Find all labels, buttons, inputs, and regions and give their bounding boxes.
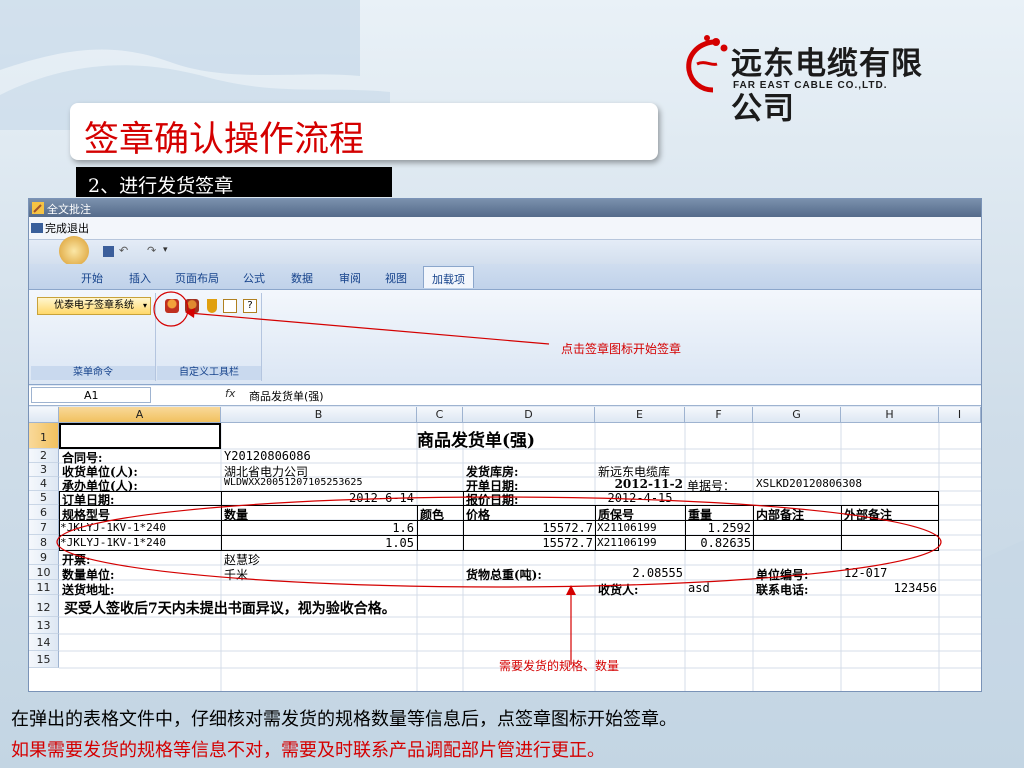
click-stamp-annotation: 点击签章图标开始签章 bbox=[561, 342, 682, 356]
cell-e4: 2012-11-2 bbox=[614, 477, 683, 491]
slide-subtitle: 2、进行发货签章 bbox=[88, 175, 234, 197]
ribbon-group-menu: 优泰电子签章系统 ▾ 菜单命令 bbox=[31, 293, 156, 381]
cell-b7: 1.6 bbox=[392, 521, 414, 535]
cell-b5: 2012-6-14 bbox=[348, 491, 414, 505]
tab-data[interactable]: 数据 bbox=[291, 270, 313, 286]
cell-d7: 15572.7 bbox=[542, 521, 593, 535]
slide-title-box: 签章确认操作流程 bbox=[70, 103, 658, 160]
finish-exit-button[interactable]: 完成退出 bbox=[31, 220, 89, 236]
cell-b4: WLDWXX20051207105253625 bbox=[224, 477, 363, 488]
ribbon-tabs: 开始 插入 页面布局 公式 数据 审阅 视图 加载项 bbox=[29, 264, 981, 290]
slide-title: 签章确认操作流程 bbox=[84, 120, 365, 160]
slide-subtitle-box: 2、进行发货签章 bbox=[76, 167, 392, 197]
cell-d1-title: 商品发货单(强) bbox=[417, 431, 536, 451]
qat-customize-dropdown[interactable]: ▾ bbox=[163, 245, 168, 255]
cell-f11: asd bbox=[688, 581, 710, 595]
ribbon-group-custom-toolbar: ? 自定义工具栏 bbox=[157, 293, 262, 381]
exit-icon bbox=[31, 223, 43, 233]
fx-icon[interactable]: fx bbox=[225, 387, 235, 400]
company-logo: 远东电缆有限公司 FAR EAST CABLE CO.,LTD. bbox=[683, 34, 953, 127]
footer-instruction: 在弹出的表格文件中，仔细核对需发货的规格数量等信息后，点签章图标开始签章。 bbox=[11, 709, 677, 730]
cell-c6: 颜色 bbox=[420, 508, 445, 522]
window-title: 全文批注 bbox=[47, 203, 91, 216]
stamp-multi-icon[interactable] bbox=[185, 299, 199, 313]
cell-h11: 123456 bbox=[893, 581, 937, 595]
logo-emblem-icon bbox=[686, 35, 728, 93]
undo-icon[interactable]: ↶ bbox=[119, 244, 128, 257]
footer-warning: 如果需要发货的规格等信息不对，需要及时联系产品调配部片管进行更正。 bbox=[11, 740, 605, 761]
cell-a12-notice: 买受人签收后7天内未提出书面异议，视为验收合格。 bbox=[64, 601, 396, 617]
annotate-pen-icon bbox=[32, 202, 44, 214]
cell-e5: 2012-4-15 bbox=[607, 491, 673, 505]
excel-window: 全文批注 完成退出 ↶ ↷ ▾ 开始 插入 页面布局 公式 数据 审阅 视图 加… bbox=[28, 198, 982, 692]
group-label-custom-toolbar: 自定义工具栏 bbox=[157, 366, 261, 380]
finish-exit-label: 完成退出 bbox=[45, 222, 89, 235]
cell-e7: X21106199 bbox=[597, 521, 657, 534]
tab-formulas[interactable]: 公式 bbox=[243, 270, 265, 286]
cell-d10: 货物总重(吨): bbox=[466, 568, 542, 582]
signature-system-dropdown[interactable]: 优泰电子签章系统 ▾ bbox=[37, 297, 151, 315]
cell-b10: 千米 bbox=[224, 568, 249, 582]
cell-f8: 0.82635 bbox=[700, 536, 751, 550]
tab-insert[interactable]: 插入 bbox=[129, 270, 151, 286]
cell-g4: XSLKD20120806308 bbox=[756, 477, 862, 490]
logo-text-en: FAR EAST CABLE CO.,LTD. bbox=[733, 80, 888, 91]
group-label-menu: 菜单命令 bbox=[31, 366, 155, 380]
spec-qty-annotation: 需要发货的规格、数量 bbox=[499, 659, 620, 673]
tab-review[interactable]: 审阅 bbox=[339, 270, 361, 286]
window-titlebar: 全文批注 bbox=[29, 199, 981, 217]
ribbon: 优泰电子签章系统 ▾ 菜单命令 ? 自定义工具栏 bbox=[29, 290, 981, 385]
cell-d8: 15572.7 bbox=[542, 536, 593, 550]
tab-view[interactable]: 视图 bbox=[385, 270, 407, 286]
cell-e10: 2.08555 bbox=[632, 566, 683, 580]
help-icon[interactable]: ? bbox=[243, 299, 257, 313]
save-icon[interactable] bbox=[103, 246, 114, 257]
shield-icon[interactable] bbox=[207, 299, 217, 313]
cell-e11: 收货人: bbox=[598, 583, 639, 597]
office-button[interactable] bbox=[59, 236, 89, 266]
cell-f4: 单据号： bbox=[687, 479, 736, 493]
cell-f7: 1.2592 bbox=[707, 521, 751, 535]
finish-toolbar: 完成退出 bbox=[29, 217, 981, 240]
cell-g6: 内部备注 bbox=[756, 508, 805, 522]
cell-b8: 1.05 bbox=[385, 536, 414, 550]
formula-content[interactable]: 商品发货单(强) bbox=[249, 388, 324, 404]
formula-bar: A1 fx 商品发货单(强) bbox=[29, 386, 981, 406]
cell-g11: 联系电话: bbox=[756, 583, 809, 597]
redo-icon[interactable]: ↷ bbox=[147, 244, 156, 257]
tab-page-layout[interactable]: 页面布局 bbox=[175, 270, 219, 286]
cell-a11: 送货地址: bbox=[62, 583, 115, 597]
tab-home[interactable]: 开始 bbox=[81, 270, 103, 286]
cell-h6: 外部备注 bbox=[844, 508, 893, 522]
dropdown-arrow-icon: ▾ bbox=[142, 301, 147, 310]
cell-b2: Y20120806086 bbox=[224, 449, 311, 463]
spreadsheet-grid: A B C D E F G H I 1 2 3 4 5 6 7 8 9 10 1… bbox=[29, 407, 981, 691]
name-box[interactable]: A1 bbox=[31, 387, 151, 403]
quick-access-toolbar: ↶ ↷ ▾ bbox=[29, 236, 981, 266]
tab-addins[interactable]: 加载项 bbox=[423, 266, 474, 288]
cell-e8: X21106199 bbox=[597, 536, 657, 549]
selected-cell-a1[interactable] bbox=[60, 424, 220, 448]
stamp-icon[interactable] bbox=[165, 299, 179, 313]
cell-a7: *JKLYJ-1KV-1*240 bbox=[60, 521, 166, 534]
table-icon[interactable] bbox=[223, 299, 237, 313]
cell-a8: *JKLYJ-1KV-1*240 bbox=[60, 536, 166, 549]
cell-h10: 12-017 bbox=[844, 566, 888, 580]
signature-system-label: 优泰电子签章系统 bbox=[54, 300, 134, 311]
